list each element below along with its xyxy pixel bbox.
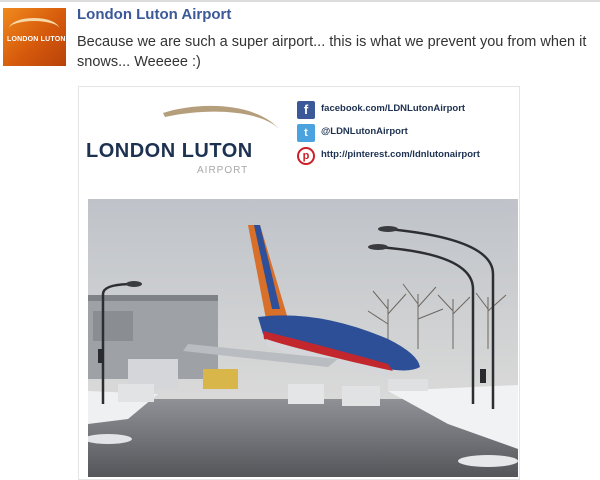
shared-image-card[interactable]: LONDON LUTON AIRPORT f facebook.com/LDNL…	[78, 86, 520, 480]
snowy-airplane-photo	[88, 199, 518, 477]
airport-banner: LONDON LUTON AIRPORT f facebook.com/LDNL…	[79, 87, 519, 197]
facebook-icon: f	[297, 101, 315, 119]
airport-logo-swoosh	[163, 105, 279, 129]
pinterest-link-text: http://pinterest.com/ldnlutonairport	[321, 149, 480, 160]
post-status-text: Because we are such a super airport... t…	[77, 34, 587, 70]
divider	[0, 0, 600, 2]
post-author-link[interactable]: London Luton Airport	[77, 6, 231, 23]
avatar-logo-text: LONDON LUTON	[7, 36, 66, 43]
facebook-post: LONDON LUTON London Luton Airport Becaus…	[0, 0, 600, 480]
twitter-icon: t	[297, 124, 315, 142]
airport-logo-subtitle: AIRPORT	[197, 165, 249, 176]
pinterest-icon: p	[297, 147, 315, 165]
page-avatar[interactable]: LONDON LUTON	[3, 8, 66, 66]
airport-logo-title: LONDON LUTON	[86, 140, 253, 162]
twitter-link-text: @LDNLutonAirport	[321, 126, 408, 137]
facebook-link-text: facebook.com/LDNLutonAirport	[321, 103, 466, 114]
